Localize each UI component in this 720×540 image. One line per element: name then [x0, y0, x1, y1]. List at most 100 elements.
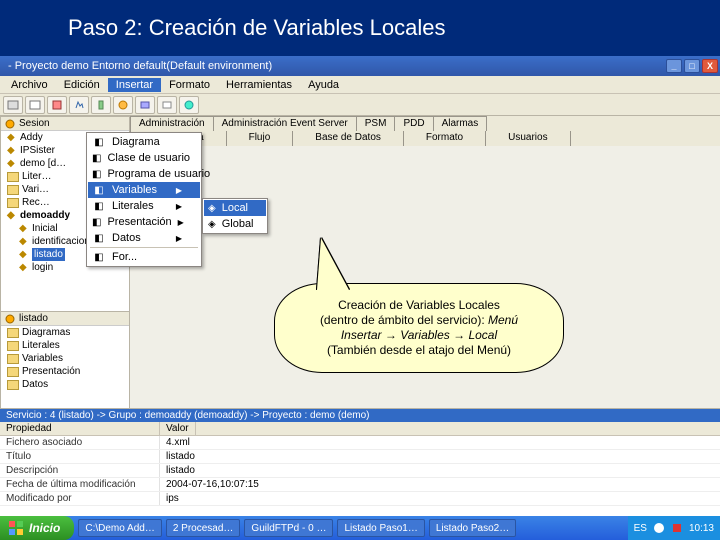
for-icon: ◧ — [92, 252, 106, 263]
class-icon: ◧ — [92, 153, 101, 164]
app-window: - Proyecto demo Entorno default(Default … — [0, 56, 720, 516]
folder-icon — [7, 380, 19, 390]
menu-archivo[interactable]: Archivo — [3, 78, 56, 92]
menu-insertar[interactable]: Insertar — [108, 78, 161, 92]
callout-line: Insertar → Variables → Local — [293, 328, 545, 343]
folder-icon — [7, 185, 19, 195]
folder-icon — [7, 354, 19, 364]
close-button[interactable]: X — [702, 59, 718, 73]
tray-icon[interactable] — [653, 522, 665, 534]
tray-lang[interactable]: ES — [634, 523, 647, 534]
tree2-header: listado — [19, 313, 48, 324]
property-value: 2004-07-16,10:07:15 — [160, 478, 265, 491]
property-row: Descripciónlistado — [0, 464, 720, 478]
global-icon: ◈ — [208, 219, 216, 230]
tray-icon[interactable] — [671, 522, 683, 534]
property-value: ips — [160, 492, 185, 505]
menu-item-datos[interactable]: ◧Datos▶ — [88, 230, 200, 246]
menu-item-for-[interactable]: ◧For... — [88, 249, 200, 265]
property-value: listado — [160, 450, 201, 463]
propgrid-col-key: Propiedad — [0, 422, 160, 435]
menu-edicion[interactable]: Edición — [56, 78, 108, 92]
toolbar-button[interactable] — [47, 96, 67, 114]
property-key: Modificado por — [0, 492, 160, 505]
taskbar-item[interactable]: Listado Paso2… — [429, 519, 516, 537]
menu-herramientas[interactable]: Herramientas — [218, 78, 300, 92]
lit-icon: ◧ — [92, 201, 106, 212]
folder-icon — [7, 328, 19, 338]
toolbar-button[interactable] — [3, 96, 23, 114]
cog-icon — [5, 314, 15, 324]
node-icon: ◆ — [19, 261, 29, 274]
tree-item[interactable]: Datos — [1, 378, 129, 391]
taskbar-item[interactable]: Listado Paso1… — [337, 519, 424, 537]
start-label: Inicio — [29, 521, 60, 535]
data-icon: ◧ — [92, 233, 106, 244]
pres-icon: ◧ — [92, 217, 101, 228]
folder-icon — [7, 172, 19, 182]
toolbar-button[interactable] — [135, 96, 155, 114]
menu-formato[interactable]: Formato — [161, 78, 218, 92]
property-row: Modificado porips — [0, 492, 720, 506]
node-icon: ◆ — [19, 222, 29, 235]
menu-item-clase-de-usuario[interactable]: ◧Clase de usuario — [88, 150, 200, 166]
tree-item[interactable]: Presentación — [1, 365, 129, 378]
property-row: Títulolistado — [0, 450, 720, 464]
start-button[interactable]: Inicio — [0, 516, 74, 540]
toolbar-button[interactable] — [25, 96, 45, 114]
property-key: Título — [0, 450, 160, 463]
node-icon: ◆ — [7, 144, 17, 157]
property-grid: Servicio : 4 (listado) -> Grupo : demoad… — [0, 408, 720, 516]
property-key: Fichero asociado — [0, 436, 160, 449]
propgrid-heading: Servicio : 4 (listado) -> Grupo : demoad… — [0, 409, 720, 422]
tray-clock: 10:13 — [689, 523, 714, 534]
propgrid-col-value: Valor — [160, 422, 196, 435]
folder-icon — [7, 341, 19, 351]
local-icon: ◈ — [208, 203, 216, 214]
menu-ayuda[interactable]: Ayuda — [300, 78, 347, 92]
toolbar-button[interactable] — [91, 96, 111, 114]
menu-item-programa-de-usuario[interactable]: ◧Programa de usuario — [88, 166, 200, 182]
menu-item-diagrama[interactable]: ◧Diagrama — [88, 134, 200, 150]
node-icon: ◆ — [19, 248, 29, 261]
property-row: Fichero asociado4.xml — [0, 436, 720, 450]
submenu-item-local[interactable]: ◈Local — [204, 200, 266, 216]
toolbar-button[interactable] — [69, 96, 89, 114]
toolbar-button[interactable] — [113, 96, 133, 114]
taskbar-item[interactable]: GuildFTPd - 0 … — [244, 519, 333, 537]
window-titlebar: - Proyecto demo Entorno default(Default … — [0, 56, 720, 76]
taskbar-item[interactable]: 2 Procesad… — [166, 519, 241, 537]
callout-line: (También desde el atajo del Menú) — [293, 343, 545, 358]
annotation-callout: Creación de Variables Locales (dentro de… — [274, 283, 564, 373]
system-tray: ES 10:13 — [628, 516, 720, 540]
minimize-button[interactable]: _ — [666, 59, 682, 73]
node-icon: ◆ — [7, 157, 17, 170]
var-icon: ◧ — [92, 185, 106, 196]
program-icon: ◧ — [92, 169, 101, 180]
callout-line: Creación de Variables Locales — [293, 298, 545, 313]
slide-title: Paso 2: Creación de Variables Locales — [68, 15, 445, 41]
property-key: Descripción — [0, 464, 160, 477]
menu-item-variables[interactable]: ◧Variables▶ — [88, 182, 200, 198]
node-icon: ◆ — [19, 235, 29, 248]
menubar: Archivo Edición Insertar Formato Herrami… — [0, 76, 720, 94]
toolbar-button[interactable] — [179, 96, 199, 114]
node-icon: ◆ — [7, 209, 17, 222]
maximize-button[interactable]: □ — [684, 59, 700, 73]
taskbar: Inicio C:\Demo Add… 2 Procesad… GuildFTP… — [0, 516, 720, 540]
folder-icon — [7, 367, 19, 377]
cog-icon — [5, 119, 15, 129]
toolbar-button[interactable] — [157, 96, 177, 114]
menu-item-presentaci-n[interactable]: ◧Presentación▶ — [88, 214, 200, 230]
property-key: Fecha de última modificación — [0, 478, 160, 491]
variables-submenu: ◈Local◈Global — [202, 198, 268, 234]
submenu-item-global[interactable]: ◈Global — [204, 216, 266, 232]
tree-item[interactable]: Variables — [1, 352, 129, 365]
windows-logo-icon — [8, 520, 24, 536]
window-title: - Proyecto demo Entorno default(Default … — [2, 60, 272, 72]
taskbar-item[interactable]: C:\Demo Add… — [78, 519, 161, 537]
tree-item[interactable]: Diagramas — [1, 326, 129, 339]
property-row: Fecha de última modificación2004-07-16,1… — [0, 478, 720, 492]
tree-item[interactable]: Literales — [1, 339, 129, 352]
menu-item-literales[interactable]: ◧Literales▶ — [88, 198, 200, 214]
